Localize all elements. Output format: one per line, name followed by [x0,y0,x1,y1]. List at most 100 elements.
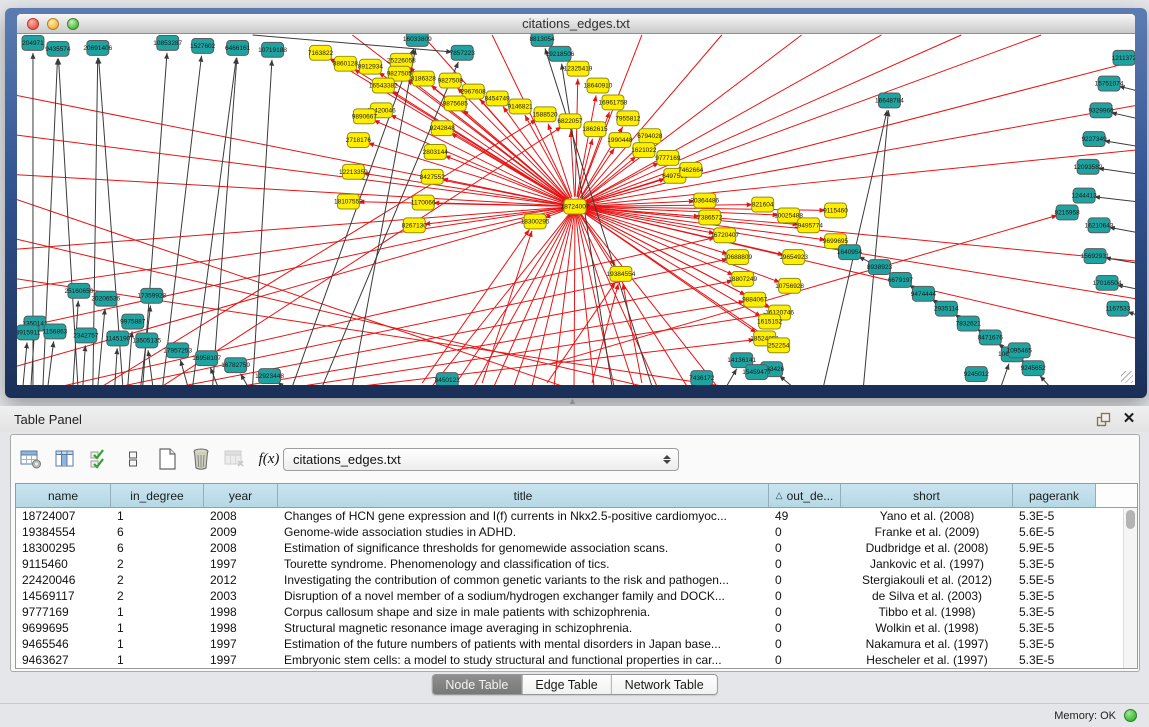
table-cell[interactable]: Jankovic et al. (1997) [841,556,1013,572]
table-row[interactable]: 1872400712008Changes of HCN gene express… [16,508,1137,524]
table-cell[interactable]: Structural magnetic resonance image aver… [278,620,769,636]
table-cell[interactable]: 2008 [204,508,278,524]
table-cell[interactable]: Dudbridge et al. (2008) [841,540,1013,556]
delete-column-button[interactable] [187,445,215,473]
graph-node-yellow[interactable]: 18640910 [584,78,613,93]
graph-node-teal[interactable]: 8471676 [978,330,1004,345]
graph-node-teal[interactable]: 25160650 [64,283,93,298]
table-cell[interactable]: 5.5E-5 [1013,572,1096,588]
graph-node-teal[interactable]: 3915911 [17,325,41,340]
column-header-in_degree[interactable]: in_degree [111,484,204,508]
table-cell[interactable]: 0 [769,572,841,588]
table-cell[interactable]: 0 [769,588,841,604]
table-cell[interactable]: 49 [769,508,841,524]
graph-node-yellow[interactable]: 1621022 [631,143,657,158]
graph-node-yellow[interactable]: 9242848 [430,121,456,136]
graph-node-teal[interactable]: 16648784 [875,93,904,108]
table-cell[interactable]: 22420046 [16,572,111,588]
graph-node-yellow[interactable]: 821604 [752,197,774,212]
graph-node-teal[interactable]: 6679197 [888,272,914,287]
graph-node-teal[interactable]: 2935114 [934,301,959,316]
tab-edge-table[interactable]: Edge Table [521,675,610,694]
table-cell[interactable]: 2 [111,556,204,572]
graph-node-teal[interactable]: 19218506 [546,46,575,61]
graph-node-yellow[interactable]: 8186328 [411,71,437,86]
minimize-window-button[interactable] [47,18,59,30]
table-cell[interactable]: 14569117 [16,588,111,604]
table-cell[interactable]: Investigating the contribution of common… [278,572,769,588]
graph-node-teal[interactable]: 1145190 [105,331,130,346]
graph-node-teal[interactable]: 15751074 [1095,76,1124,91]
table-cell[interactable]: Estimation of significance thresholds fo… [278,540,769,556]
table-cell[interactable]: 2008 [204,540,278,556]
graph-node-teal[interactable]: 8938923 [867,260,893,275]
network-canvas[interactable]: 1872400771638228860128891293425226058982… [17,34,1135,385]
close-panel-icon[interactable]: ✕ [1121,411,1137,427]
column-header-title[interactable]: title [278,484,769,508]
table-cell[interactable]: 1 [111,508,204,524]
table-row[interactable]: 2242004622012Investigating the contribut… [16,572,1137,588]
graph-node-teal[interactable]: 9245012 [964,367,990,382]
table-cell[interactable]: 5.3E-5 [1013,588,1096,604]
graph-node-teal[interactable]: 1211372 [1112,50,1135,65]
graph-node-yellow[interactable]: 8860128 [333,56,359,71]
table-cell[interactable]: 1997 [204,556,278,572]
table-cell[interactable]: 1 [111,652,204,668]
graph-node-yellow[interactable]: 8267130 [402,218,428,233]
column-header-name[interactable]: name [16,484,111,508]
table-cell[interactable]: Wolkin et al. (1998) [841,620,1013,636]
table-cell[interactable]: 2 [111,588,204,604]
table-cell[interactable]: 1997 [204,636,278,652]
table-cell[interactable]: Genome-wide association studies in ADHD. [278,524,769,540]
scrollbar-thumb[interactable] [1126,510,1135,529]
graph-node-teal[interactable]: 1156863 [43,324,68,339]
table-cell[interactable]: Corpus callosum shape and size in male p… [278,604,769,620]
graph-node-yellow[interactable]: 8912934 [358,59,384,74]
table-cell[interactable]: 1 [111,636,204,652]
graph-node-teal[interactable]: 9227349 [1081,132,1107,147]
column-header-pagerank[interactable]: pagerank [1013,484,1096,508]
graph-node-teal[interactable]: 204971 [22,35,44,50]
table-cell[interactable]: 5.3E-5 [1013,508,1096,524]
table-cell[interactable]: Estimation of the future numbers of pati… [278,636,769,652]
graph-node-yellow[interactable]: 6794028 [637,129,663,144]
graph-node-yellow[interactable]: 19654923 [779,250,808,265]
graph-node-yellow[interactable]: 1990448 [607,133,633,148]
table-cell[interactable]: Stergiakouli et al. (2012) [841,572,1013,588]
table-cell[interactable]: 5.6E-5 [1013,524,1096,540]
table-cell[interactable]: 2 [111,572,204,588]
graph-node-teal[interactable]: 20691406 [83,40,112,55]
graph-node-teal[interactable]: 17359928 [137,288,166,303]
graph-node-yellow[interactable]: 9146821 [507,99,533,114]
graph-node-yellow[interactable]: 12213359 [339,164,368,179]
graph-node-yellow[interactable]: 18300295 [521,214,550,229]
table-select-dropdown[interactable]: citations_edges.txt [283,448,679,471]
graph-node-teal[interactable]: 7436172 [689,371,715,385]
graph-node-teal[interactable]: 20206536 [91,291,120,306]
column-header-out_de[interactable]: △out_de... [769,484,841,508]
graph-node-teal[interactable]: 2342757 [73,328,99,343]
table-cell[interactable]: Disruption of a novel member of a sodium… [278,588,769,604]
column-header-short[interactable]: short [841,484,1013,508]
table-cell[interactable]: 9463627 [16,652,111,668]
graph-node-yellow[interactable]: 1170066 [411,195,436,210]
table-vertical-scrollbar[interactable] [1123,508,1137,668]
table-cell[interactable]: 5.3E-5 [1013,604,1096,620]
graph-node-yellow[interactable]: 12325419 [564,61,593,76]
graph-node-yellow[interactable]: 6822057 [557,114,583,129]
table-cell[interactable]: 1 [111,604,204,620]
table-row[interactable]: 946554611997Estimation of the future num… [16,636,1137,652]
graph-node-teal[interactable]: 16210643 [1085,218,1114,233]
table-cell[interactable]: Nakamura et al. (1997) [841,636,1013,652]
graph-node-teal[interactable]: 9435574 [45,41,71,56]
table-cell[interactable]: Franke et al. (2009) [841,524,1013,540]
graph-node-yellow[interactable]: 19384554 [607,267,636,282]
graph-node-teal[interactable]: 1640954 [837,245,863,260]
table-cell[interactable]: Tourette syndrome. Phenomenology and cla… [278,556,769,572]
show-columns-button[interactable] [51,445,79,473]
table-cell[interactable]: Embryonic stem cells: a model to study s… [278,652,769,668]
table-row[interactable]: 946362711997Embryonic stem cells: a mode… [16,652,1137,668]
graph-node-teal[interactable]: 17957253 [163,343,192,358]
graph-node-yellow[interactable]: 1615152 [757,314,783,329]
graph-node-teal[interactable]: 9474444 [911,286,937,301]
